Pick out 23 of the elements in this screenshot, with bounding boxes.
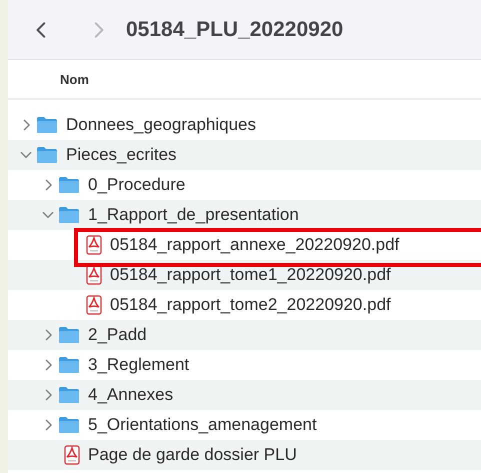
folder-icon: [58, 326, 80, 344]
file-name[interactable]: 5_Orientations_amenagement: [88, 415, 317, 435]
folder-icon: [58, 206, 80, 224]
folder-icon: [36, 146, 58, 164]
folder-icon: [58, 416, 80, 434]
column-header[interactable]: Nom: [8, 60, 481, 100]
file-name[interactable]: 3_Reglement: [88, 355, 190, 375]
pdf-file-icon: [64, 445, 80, 465]
file-name[interactable]: 05184_rapport_annexe_20220920.pdf: [110, 235, 400, 255]
file-name[interactable]: 4_Annexes: [88, 385, 174, 405]
pdf-file-icon: [86, 265, 102, 285]
folder-icon: [58, 386, 80, 404]
file-name[interactable]: 0_Procedure: [88, 175, 186, 195]
folder-icon: [58, 356, 80, 374]
file-name[interactable]: 05184_rapport_tome2_20220920.pdf: [110, 295, 391, 315]
file-name[interactable]: Donnees_geographiques: [66, 115, 256, 135]
folder-icon: [58, 176, 80, 194]
window-title: 05184_PLU_20220920: [126, 18, 344, 42]
pdf-file-icon: [86, 235, 102, 255]
file-name[interactable]: 2_Padd: [88, 325, 147, 345]
folder-icon: [36, 116, 58, 134]
pdf-file-icon: [86, 295, 102, 315]
file-name[interactable]: Pieces_ecrites: [66, 145, 177, 165]
